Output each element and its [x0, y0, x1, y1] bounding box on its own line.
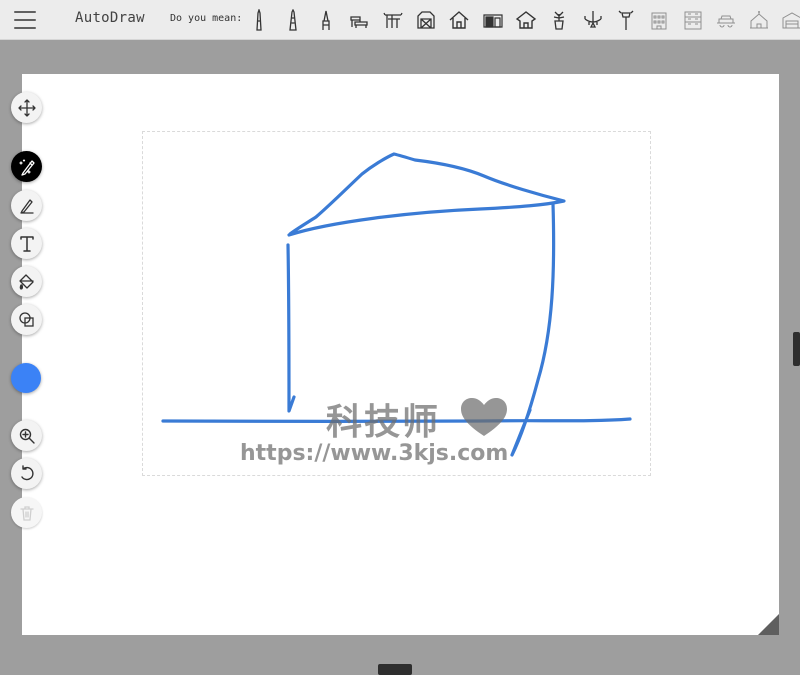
move-tool-button[interactable]: [11, 92, 42, 123]
vertical-scroll-handle[interactable]: [793, 332, 800, 366]
top-bar: AutoDraw Do you mean:: [0, 0, 800, 40]
suggestion-house-icon[interactable]: [445, 6, 473, 34]
suggestions-label: Do you mean:: [170, 13, 243, 24]
color-picker-swatch[interactable]: [11, 363, 41, 393]
suggestion-warehouse-icon[interactable]: [778, 6, 800, 34]
shape-tool-button[interactable]: [11, 304, 42, 335]
undo-tool-button[interactable]: [11, 458, 42, 489]
autodraw-icon: [18, 158, 35, 176]
suggestion-shed-icon[interactable]: [479, 6, 507, 34]
suggestion-potted-plant-icon[interactable]: [545, 6, 573, 34]
pencil-icon: [19, 198, 34, 214]
canvas-resize-handle[interactable]: [758, 614, 779, 635]
suggestion-building-icon[interactable]: [645, 6, 673, 34]
selection-bounding-box: [142, 131, 651, 476]
suggestion-cart-icon[interactable]: [712, 6, 740, 34]
menu-icon[interactable]: [14, 11, 36, 29]
undo-icon: [20, 464, 34, 480]
suggestion-apartment-icon[interactable]: [679, 6, 707, 34]
suggestion-obelisk-icon[interactable]: [279, 6, 307, 34]
type-tool-button[interactable]: [11, 228, 42, 259]
shapes-icon: [18, 311, 34, 327]
suggestion-pergola-icon[interactable]: [379, 6, 407, 34]
suggestion-spire-icon[interactable]: [312, 6, 340, 34]
suggestion-sign-post-icon[interactable]: [612, 6, 640, 34]
fill-tool-button[interactable]: [11, 266, 42, 297]
suggestion-church-icon[interactable]: [745, 6, 773, 34]
suggestion-bench-icon[interactable]: [345, 6, 373, 34]
suggestion-cottage-icon[interactable]: [512, 6, 540, 34]
suggestion-barn-icon[interactable]: [412, 6, 440, 34]
autodraw-tool-button[interactable]: [11, 151, 42, 182]
fill-bucket-icon: [18, 273, 34, 290]
suggestion-tower-icon[interactable]: [245, 6, 273, 34]
move-icon: [17, 98, 36, 117]
zoom-icon: [19, 428, 35, 444]
draw-tool-button[interactable]: [11, 190, 42, 221]
trash-icon: [19, 505, 34, 521]
horizontal-scroll-handle[interactable]: [378, 664, 412, 675]
delete-tool-button[interactable]: [11, 497, 42, 528]
text-icon: [19, 235, 34, 252]
zoom-tool-button[interactable]: [11, 420, 42, 451]
suggestion-chandelier-icon[interactable]: [579, 6, 607, 34]
app-title: AutoDraw: [75, 10, 145, 26]
suggestions-bar: [245, 6, 800, 34]
